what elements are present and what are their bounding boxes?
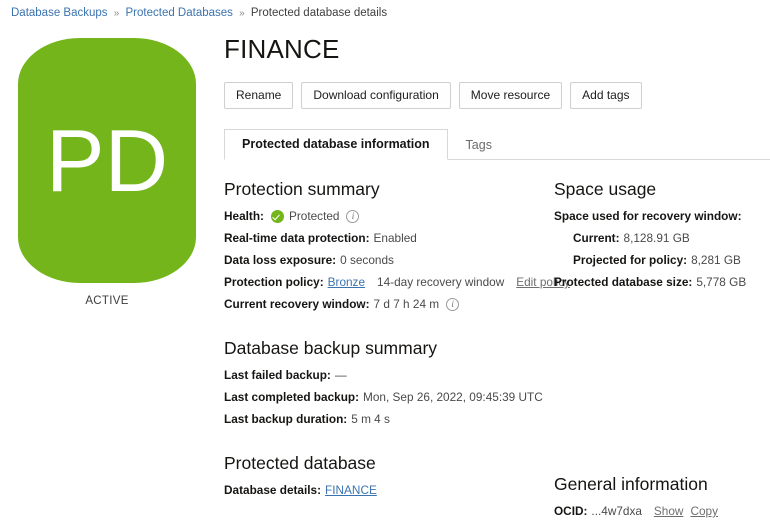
protected-database-size-label: Protected database size: [554, 275, 692, 290]
status-badge: ACTIVE [0, 295, 214, 307]
health-value: Protected [289, 209, 340, 224]
database-backup-summary-title: Database backup summary [224, 337, 554, 359]
rename-button[interactable]: Rename [224, 82, 293, 109]
info-icon[interactable] [346, 210, 359, 223]
space-used-current-label: Current: [573, 231, 620, 246]
last-failed-backup-label: Last failed backup: [224, 368, 331, 383]
breadcrumb-item-protected-databases[interactable]: Protected Databases [126, 7, 233, 19]
check-circle-icon [271, 210, 284, 223]
tab-bar: Protected database information Tags [224, 129, 770, 160]
database-details-row: Database details: FINANCE [224, 483, 554, 498]
last-completed-backup-row: Last completed backup: Mon, Sep 26, 2022… [224, 390, 554, 405]
breadcrumb-separator: » [111, 8, 123, 19]
protected-database-size-row: Protected database size: 5,778 GB [554, 275, 770, 290]
left-summary-column: Protection summary Health: Protected Rea… [224, 178, 554, 526]
summary-columns: Protection summary Health: Protected Rea… [224, 178, 770, 526]
tab-panel-protected-database-information: Protection summary Health: Protected Rea… [224, 160, 770, 526]
action-button-row: Rename Download configuration Move resou… [224, 82, 770, 109]
protection-summary-title: Protection summary [224, 178, 554, 200]
last-backup-duration-value: 5 m 4 s [351, 412, 390, 427]
protection-policy-label: Protection policy: [224, 275, 324, 290]
ocid-value: ...4w7dxa [591, 504, 642, 519]
realtime-protection-value: Enabled [374, 231, 417, 246]
right-summary-column: Space usage Space used for recovery wind… [554, 178, 770, 526]
realtime-protection-row: Real-time data protection: Enabled [224, 231, 554, 246]
info-icon[interactable] [446, 298, 459, 311]
health-label: Health: [224, 209, 264, 224]
last-failed-backup-row: Last failed backup: — [224, 368, 554, 383]
current-recovery-window-value: 7 d 7 h 24 m [374, 297, 440, 312]
breadcrumb-separator: » [236, 8, 248, 19]
move-resource-button[interactable]: Move resource [459, 82, 562, 109]
resource-badge-panel: PD ACTIVE [0, 30, 214, 307]
health-row: Health: Protected [224, 209, 554, 224]
space-used-projected-value: 8,281 GB [691, 253, 741, 268]
database-details-link[interactable]: FINANCE [325, 483, 377, 498]
space-usage-title: Space usage [554, 178, 770, 200]
data-loss-exposure-label: Data loss exposure: [224, 253, 336, 268]
breadcrumb: Database Backups » Protected Databases »… [11, 6, 387, 21]
protection-policy-window: 14-day recovery window [377, 275, 504, 290]
download-configuration-button[interactable]: Download configuration [301, 82, 450, 109]
realtime-protection-label: Real-time data protection: [224, 231, 370, 246]
protection-policy-link[interactable]: Bronze [328, 275, 365, 290]
space-used-current-row: Current: 8,128.91 GB [554, 231, 770, 246]
data-loss-exposure-value: 0 seconds [340, 253, 394, 268]
protected-database-badge-icon: PD [18, 38, 196, 283]
last-backup-duration-row: Last backup duration: 5 m 4 s [224, 412, 554, 427]
space-used-row: Space used for recovery window: [554, 209, 770, 224]
breadcrumb-item-current: Protected database details [251, 7, 387, 19]
space-used-projected-label: Projected for policy: [573, 253, 687, 268]
protection-policy-row: Protection policy: Bronze 14-day recover… [224, 275, 554, 290]
space-used-current-value: 8,128.91 GB [624, 231, 690, 246]
add-tags-button[interactable]: Add tags [570, 82, 641, 109]
protected-database-title: Protected database [224, 452, 554, 474]
tab-protected-database-information[interactable]: Protected database information [224, 129, 448, 160]
main-content: FINANCE Rename Download configuration Mo… [224, 30, 770, 515]
protected-database-size-value: 5,778 GB [696, 275, 746, 290]
current-recovery-window-row: Current recovery window: 7 d 7 h 24 m [224, 297, 554, 312]
ocid-label: OCID: [554, 504, 587, 519]
ocid-show-link[interactable]: Show [654, 504, 684, 519]
data-loss-exposure-row: Data loss exposure: 0 seconds [224, 253, 554, 268]
tab-tags[interactable]: Tags [448, 130, 510, 160]
last-completed-backup-value: Mon, Sep 26, 2022, 09:45:39 UTC [363, 390, 543, 405]
last-backup-duration-label: Last backup duration: [224, 412, 347, 427]
last-failed-backup-value: — [335, 368, 346, 383]
general-information-title: General information [554, 473, 770, 495]
breadcrumb-item-database-backups[interactable]: Database Backups [11, 7, 108, 19]
last-completed-backup-label: Last completed backup: [224, 390, 359, 405]
space-used-label: Space used for recovery window: [554, 209, 742, 224]
ocid-row: OCID: ...4w7dxa Show Copy [554, 504, 770, 519]
ocid-copy-link[interactable]: Copy [690, 504, 718, 519]
space-used-projected-row: Projected for policy: 8,281 GB [554, 253, 770, 268]
database-details-label: Database details: [224, 483, 321, 498]
page-title: FINANCE [224, 34, 770, 64]
badge-initials: PD [46, 117, 168, 205]
current-recovery-window-label: Current recovery window: [224, 297, 370, 312]
